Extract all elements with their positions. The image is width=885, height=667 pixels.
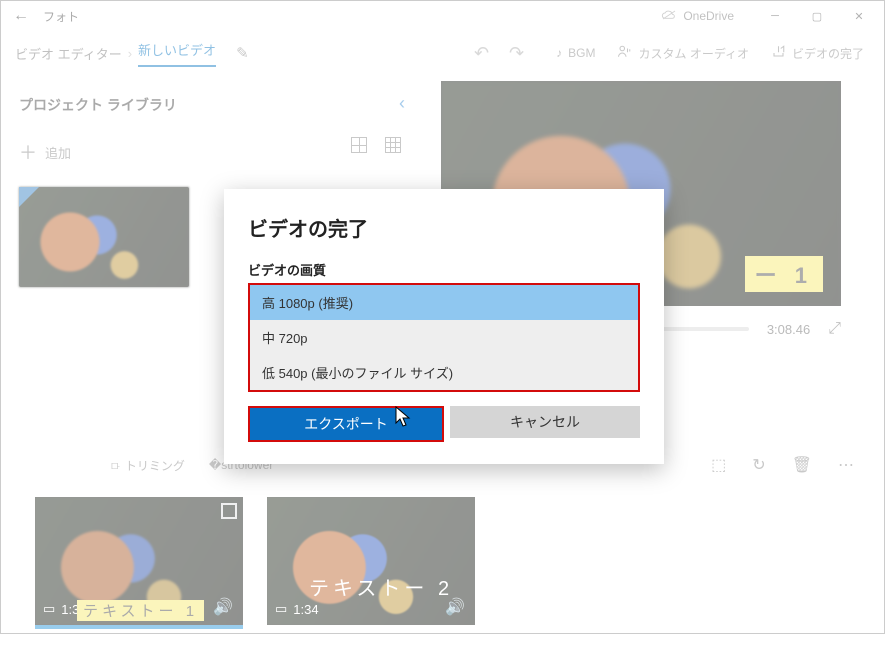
quality-option-high[interactable]: 高 1080p (推奨) bbox=[250, 285, 638, 320]
clip2-text-overlay: テキストー 2 bbox=[309, 572, 453, 601]
custom-audio-button[interactable]: カスタム オーディオ bbox=[617, 44, 749, 62]
breadcrumb-editor[interactable]: ビデオ エディター bbox=[15, 44, 122, 63]
trash-icon[interactable]: 🗑 bbox=[792, 455, 812, 475]
bgm-label: BGM bbox=[568, 46, 595, 60]
finish-video-button[interactable]: ビデオの完了 bbox=[771, 44, 864, 62]
clip1-text-badge: テキストー 1 bbox=[77, 600, 204, 621]
clip2-duration: 1:34 bbox=[293, 602, 318, 617]
custom-audio-label: カスタム オーディオ bbox=[638, 45, 749, 62]
finish-label: ビデオの完了 bbox=[792, 45, 864, 62]
clip1-progress bbox=[35, 625, 243, 629]
dialog-title: ビデオの完了 bbox=[248, 213, 640, 242]
close-button[interactable]: ✕ bbox=[838, 2, 880, 30]
volume-icon[interactable]: 🔊 bbox=[445, 597, 465, 617]
finish-video-dialog: ビデオの完了 ビデオの画質 高 1080p (推奨) 中 720p 低 540p… bbox=[224, 189, 664, 464]
quality-option-low[interactable]: 低 540p (最小のファイル サイズ) bbox=[250, 355, 638, 390]
redo-button[interactable]: ↷ bbox=[509, 43, 524, 64]
music-icon: ♪ bbox=[556, 46, 562, 60]
bgm-button[interactable]: ♪ BGM bbox=[556, 46, 595, 60]
grid-large-icon[interactable] bbox=[351, 137, 367, 153]
quality-option-medium[interactable]: 中 720p bbox=[250, 320, 638, 355]
select-checkbox[interactable] bbox=[221, 503, 237, 519]
storyboard-clip-1[interactable]: ▭1:34 テキストー 1 🔊 bbox=[35, 497, 243, 625]
cancel-button[interactable]: キャンセル bbox=[450, 406, 640, 438]
add-label: 追加 bbox=[45, 143, 71, 162]
storyboard-clip-2[interactable]: テキストー 2 ▭ 1:34 🔊 bbox=[267, 497, 475, 625]
clip-icon: ▭ bbox=[43, 601, 55, 617]
quality-list: 高 1080p (推奨) 中 720p 低 540p (最小のファイル サイズ) bbox=[248, 283, 640, 392]
volume-icon[interactable]: 🔊 bbox=[213, 597, 233, 617]
more-icon[interactable]: ⋯ bbox=[838, 455, 854, 475]
app-title: フォト bbox=[43, 8, 79, 25]
rotate-icon[interactable]: ↻ bbox=[752, 455, 765, 475]
breadcrumb-newvideo[interactable]: 新しいビデオ bbox=[138, 40, 216, 67]
library-title: プロジェクト ライブラリ bbox=[19, 95, 413, 115]
mouse-cursor-icon bbox=[395, 406, 411, 428]
library-thumbnail[interactable] bbox=[19, 187, 189, 287]
cloud-icon bbox=[661, 9, 677, 23]
chevron-right-icon: › bbox=[128, 46, 132, 61]
person-audio-icon bbox=[617, 44, 632, 62]
export-button[interactable]: エクスポート bbox=[250, 408, 442, 440]
trim-label: トリミング bbox=[125, 457, 185, 474]
maximize-button[interactable]: ▢ bbox=[796, 2, 838, 30]
dialog-subtitle: ビデオの画質 bbox=[248, 260, 640, 279]
back-button[interactable]: ← bbox=[5, 7, 37, 25]
minimize-button[interactable]: ─ bbox=[754, 2, 796, 30]
trim-icon: ⟥ bbox=[111, 458, 120, 473]
onedrive-indicator[interactable]: OneDrive bbox=[661, 9, 734, 23]
time-display: 3:08.46 bbox=[767, 322, 810, 337]
fullscreen-icon[interactable]: ⤢ bbox=[828, 320, 841, 338]
crop-icon[interactable]: ⬚ bbox=[711, 455, 726, 475]
plus-icon: ＋ bbox=[19, 139, 37, 165]
preview-text-overlay: ー 1 bbox=[745, 256, 823, 292]
undo-button[interactable]: ↶ bbox=[474, 43, 489, 64]
export-icon bbox=[771, 44, 786, 62]
grid-small-icon[interactable] bbox=[385, 137, 401, 153]
pencil-icon[interactable]: ✎ bbox=[236, 44, 249, 62]
collapse-chevron-icon[interactable]: ‹ bbox=[399, 93, 405, 114]
onedrive-label: OneDrive bbox=[683, 9, 734, 23]
used-marker-icon bbox=[19, 187, 39, 207]
trim-button[interactable]: ⟥ トリミング bbox=[111, 457, 185, 474]
clip-icon: ▭ bbox=[275, 601, 287, 617]
